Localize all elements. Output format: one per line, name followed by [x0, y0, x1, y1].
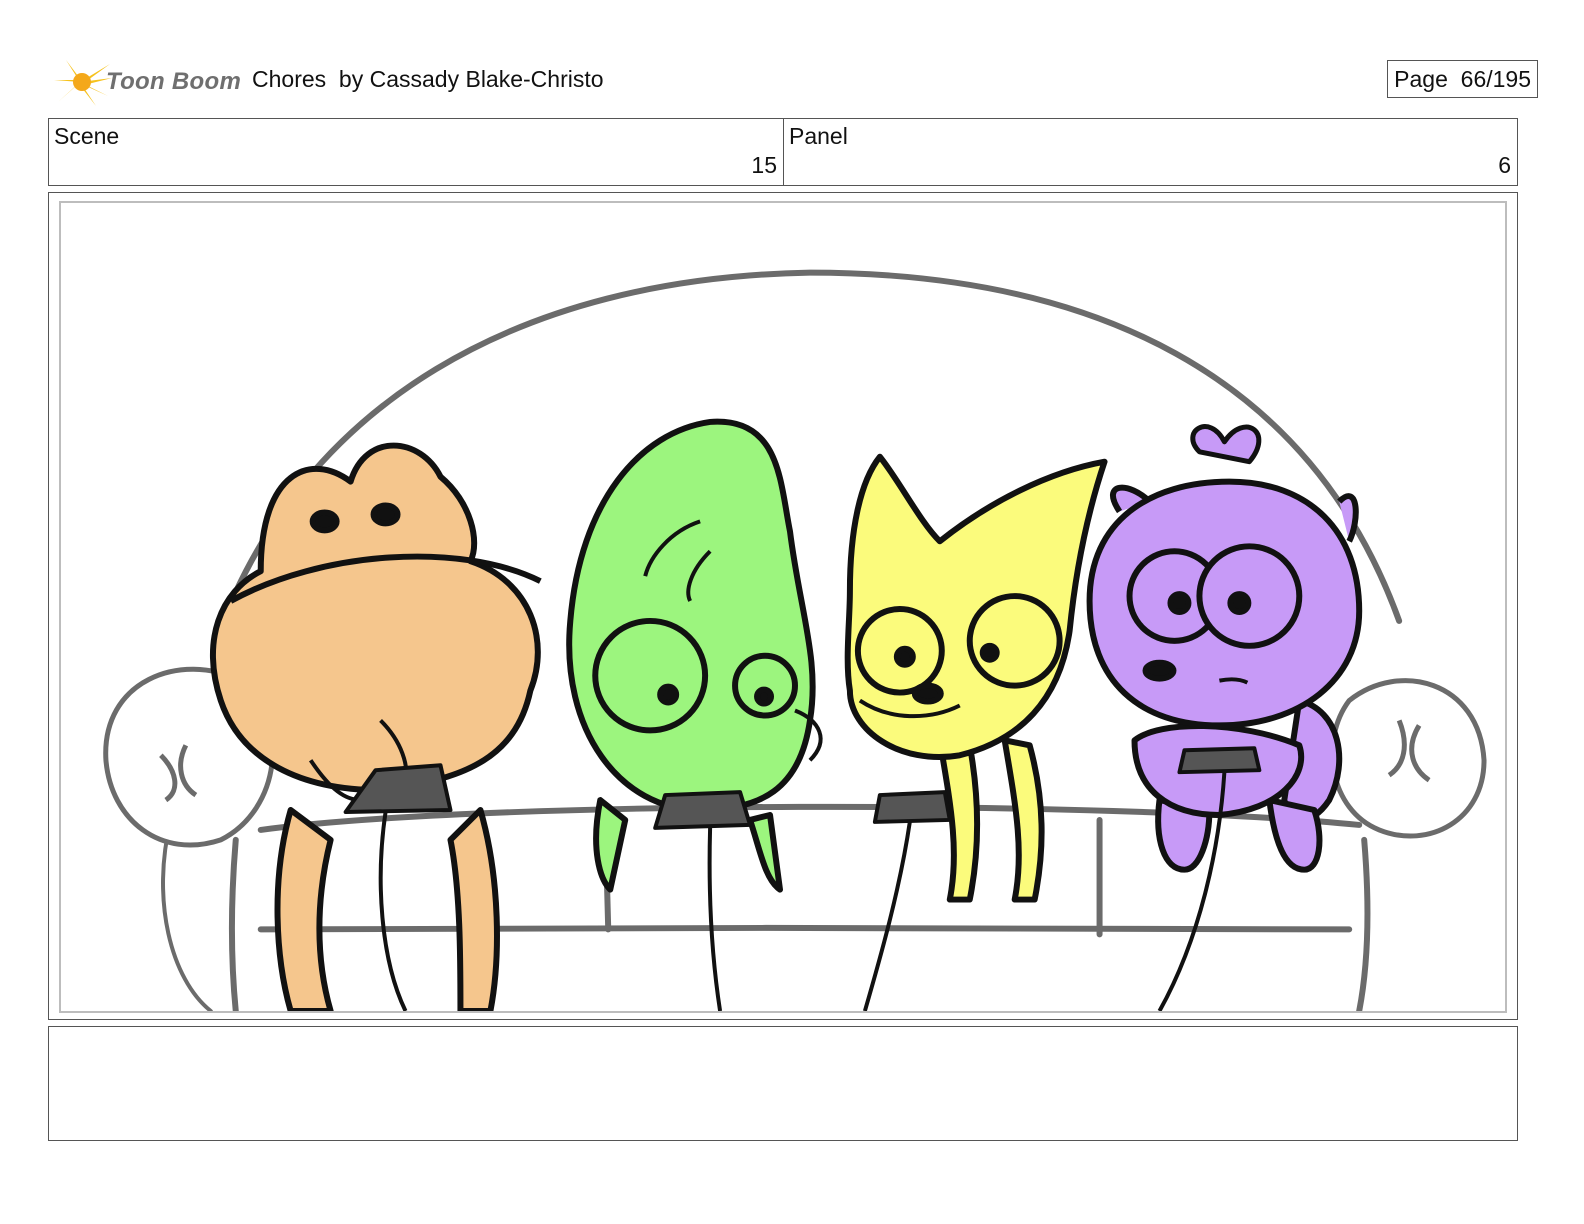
purple-squirrel	[1086, 424, 1363, 1011]
storyboard-image	[59, 201, 1507, 1013]
storyboard-frame	[48, 192, 1518, 1020]
storyboard-drawing	[103, 269, 1487, 1011]
panel-label: Panel	[789, 123, 848, 149]
panel-number: 6	[1498, 152, 1511, 178]
page-header: Toon Boom Chores by Cassady Blake-Christ…	[48, 52, 1538, 112]
scene-number: 15	[751, 152, 777, 178]
page-number: Page 66/195	[1387, 60, 1538, 98]
scene-panel-info: Scene 15 Panel 6	[48, 118, 1518, 186]
starburst-icon	[54, 58, 112, 106]
document-title: Chores by Cassady Blake-Christo	[252, 66, 604, 92]
toon-boom-logo: Toon Boom	[52, 56, 242, 108]
scene-cell: Scene 15	[49, 119, 784, 185]
couch-arm-right	[1329, 678, 1487, 839]
scene-label: Scene	[54, 123, 120, 149]
logo-text: Toon Boom	[106, 68, 242, 95]
panel-cell: Panel 6	[784, 119, 1517, 185]
notes-box	[48, 1026, 1518, 1141]
